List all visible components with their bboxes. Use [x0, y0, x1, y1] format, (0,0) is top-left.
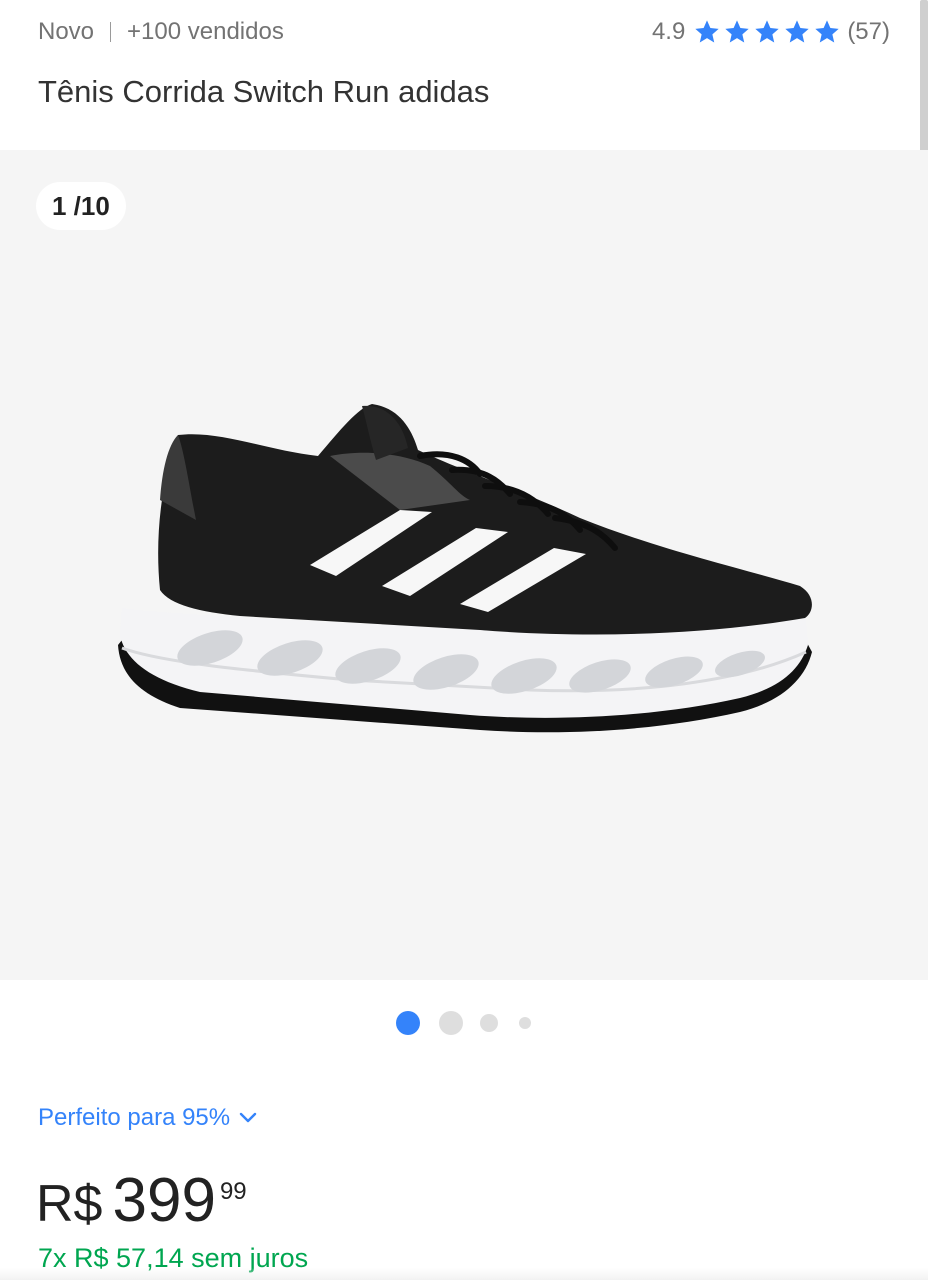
- rating-value: 4.9: [651, 18, 686, 45]
- pagination-dot[interactable]: [519, 1017, 531, 1029]
- price-cents: 99: [219, 1178, 247, 1205]
- rating-count: (57): [847, 18, 890, 45]
- sales-info: Novo +100 vendidos: [38, 18, 284, 46]
- star-icon: [815, 20, 839, 43]
- star-icon: [785, 20, 809, 43]
- divider: [110, 22, 112, 42]
- fit-info[interactable]: Perfeito para 95%: [38, 1104, 258, 1132]
- pagination-dot[interactable]: [480, 1014, 498, 1032]
- scrollbar-thumb[interactable]: [920, 0, 928, 156]
- gallery-pagination[interactable]: [0, 1010, 928, 1036]
- product-header: Novo +100 vendidos 4.9 (57) Tênis Corrid…: [0, 0, 928, 156]
- rating-summary[interactable]: 4.9 (57): [652, 18, 890, 46]
- price-integer: 399: [112, 1166, 216, 1235]
- star-icon: [725, 20, 749, 43]
- star-icon: [755, 20, 779, 43]
- price: R$ 399 99: [36, 1170, 247, 1232]
- pagination-dot[interactable]: [439, 1011, 463, 1035]
- running-shoe-image[interactable]: [100, 390, 830, 770]
- sold-count: +100 vendidos: [127, 18, 284, 45]
- bottom-sheet-edge: [0, 1268, 928, 1280]
- product-title: Tênis Corrida Switch Run adidas: [38, 74, 490, 109]
- image-counter: 1 /10: [36, 182, 126, 230]
- rating-stars: [693, 18, 843, 46]
- pagination-dot[interactable]: [396, 1011, 420, 1035]
- image-gallery[interactable]: 1 /10: [0, 150, 928, 980]
- price-currency: R$: [36, 1175, 103, 1233]
- chevron-down-icon: [239, 1112, 257, 1123]
- fit-label: Perfeito para 95%: [38, 1104, 231, 1131]
- condition-label: Novo: [38, 18, 95, 45]
- star-icon: [695, 20, 719, 43]
